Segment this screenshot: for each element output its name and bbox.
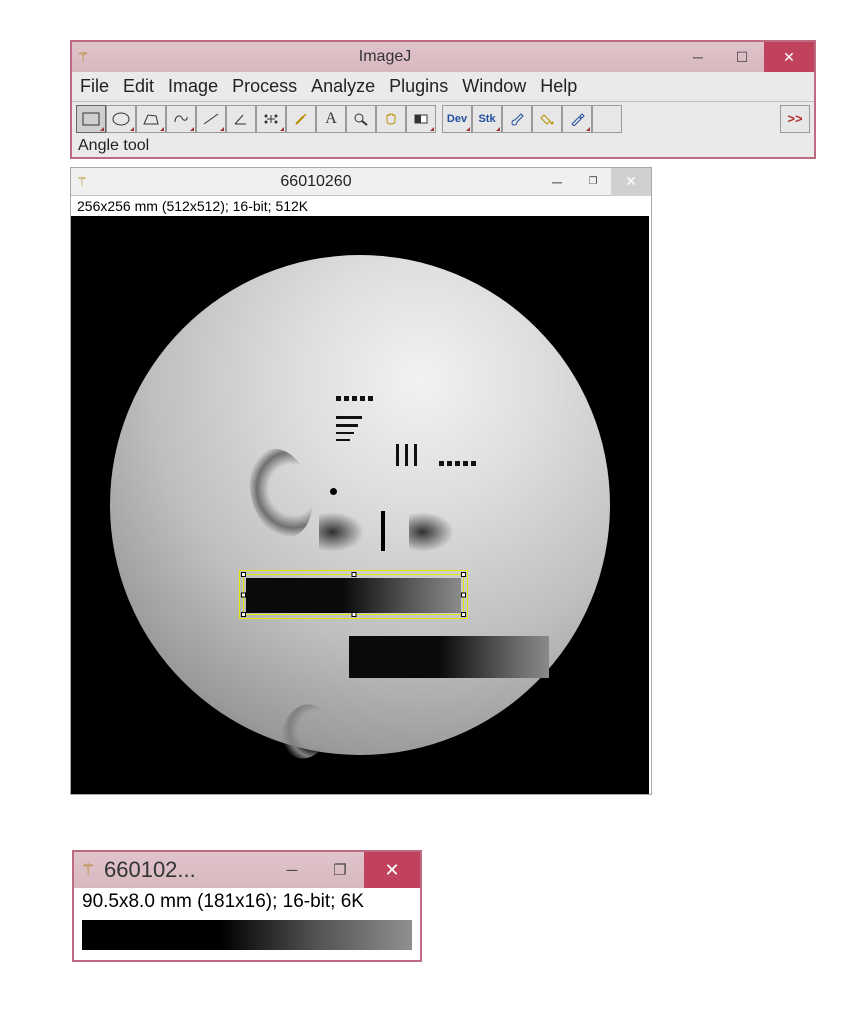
app-icon: ⚚ xyxy=(71,174,93,190)
flood-fill-tool[interactable] xyxy=(532,105,562,133)
rectangle-tool[interactable] xyxy=(76,105,106,133)
angle-tool[interactable] xyxy=(226,105,256,133)
close-button[interactable]: ✕ xyxy=(611,168,651,196)
menu-process[interactable]: Process xyxy=(232,76,297,97)
minimize-button[interactable]: ─ xyxy=(676,42,720,72)
point-tool[interactable] xyxy=(256,105,286,133)
hand-tool[interactable] xyxy=(376,105,406,133)
crop-titlebar[interactable]: ⚚ 660102... ─ ❐ ✕ xyxy=(74,852,420,888)
phantom-sphere xyxy=(110,255,610,755)
menu-edit[interactable]: Edit xyxy=(123,76,154,97)
image-info: 256x256 mm (512x512); 16-bit; 512K xyxy=(71,196,651,216)
phantom-dot xyxy=(330,488,337,495)
restore-button[interactable]: ❐ xyxy=(575,168,611,196)
dev-tool[interactable]: Dev xyxy=(442,105,472,133)
crop-info: 90.5x8.0 mm (181x16); 16-bit; 6K xyxy=(74,888,420,916)
wand-tool[interactable] xyxy=(286,105,316,133)
resolution-dots xyxy=(336,396,373,401)
minimize-button[interactable]: ─ xyxy=(539,168,575,196)
image-window: ⚚ 66010260 ─ ❐ ✕ 256x256 mm (512x512); 1… xyxy=(70,167,652,795)
crop-title: 660102... xyxy=(102,857,268,883)
menu-image[interactable]: Image xyxy=(168,76,218,97)
stk-tool[interactable]: Stk xyxy=(472,105,502,133)
image-canvas[interactable] xyxy=(71,216,649,794)
menu-analyze[interactable]: Analyze xyxy=(311,76,375,97)
window-title: ImageJ xyxy=(94,42,676,72)
menu-file[interactable]: File xyxy=(80,76,109,97)
roi-selection[interactable] xyxy=(243,574,464,615)
resolution-bars-v xyxy=(396,444,417,466)
maximize-button[interactable]: ☐ xyxy=(720,42,764,72)
blur-patch-2 xyxy=(409,512,454,552)
app-icon: ⚚ xyxy=(72,42,94,72)
resolution-bars-h xyxy=(336,416,362,441)
image-titlebar[interactable]: ⚚ 66010260 ─ ❐ ✕ xyxy=(71,168,651,196)
line-tool[interactable] xyxy=(196,105,226,133)
app-icon: ⚚ xyxy=(74,860,102,880)
menu-help[interactable]: Help xyxy=(540,76,577,97)
menu-window[interactable]: Window xyxy=(462,76,526,97)
titlebar[interactable]: ⚚ ImageJ ─ ☐ ✕ xyxy=(72,42,814,72)
crop-window: ⚚ 660102... ─ ❐ ✕ 90.5x8.0 mm (181x16); … xyxy=(72,850,422,962)
minimize-button[interactable]: ─ xyxy=(268,852,316,888)
close-button[interactable]: ✕ xyxy=(364,852,420,888)
oval-tool[interactable] xyxy=(106,105,136,133)
status-bar: Angle tool xyxy=(72,135,814,157)
magnifier-tool[interactable] xyxy=(346,105,376,133)
window-controls: ─ ☐ ✕ xyxy=(676,42,814,72)
more-tools-button[interactable]: >> xyxy=(780,105,810,133)
imagej-main-window: ⚚ ImageJ ─ ☐ ✕ File Edit Image Process A… xyxy=(70,40,816,159)
freehand-tool[interactable] xyxy=(166,105,196,133)
phantom-line xyxy=(381,511,385,551)
color-picker-tool[interactable] xyxy=(406,105,436,133)
menu-plugins[interactable]: Plugins xyxy=(389,76,448,97)
image-title: 66010260 xyxy=(93,173,539,191)
gradient-block-lower xyxy=(349,636,549,678)
polygon-tool[interactable] xyxy=(136,105,166,133)
close-button[interactable]: ✕ xyxy=(764,42,814,72)
crop-canvas[interactable] xyxy=(82,920,412,950)
toolbar: A Dev Stk >> xyxy=(72,101,814,135)
text-tool[interactable]: A xyxy=(316,105,346,133)
menubar: File Edit Image Process Analyze Plugins … xyxy=(72,72,814,101)
empty-tool-slot[interactable] xyxy=(592,105,622,133)
blur-patch-1 xyxy=(319,512,364,552)
resolution-dots-2 xyxy=(439,461,476,466)
restore-button[interactable]: ❐ xyxy=(316,852,364,888)
dropper-tool[interactable] xyxy=(562,105,592,133)
brush-tool[interactable] xyxy=(502,105,532,133)
